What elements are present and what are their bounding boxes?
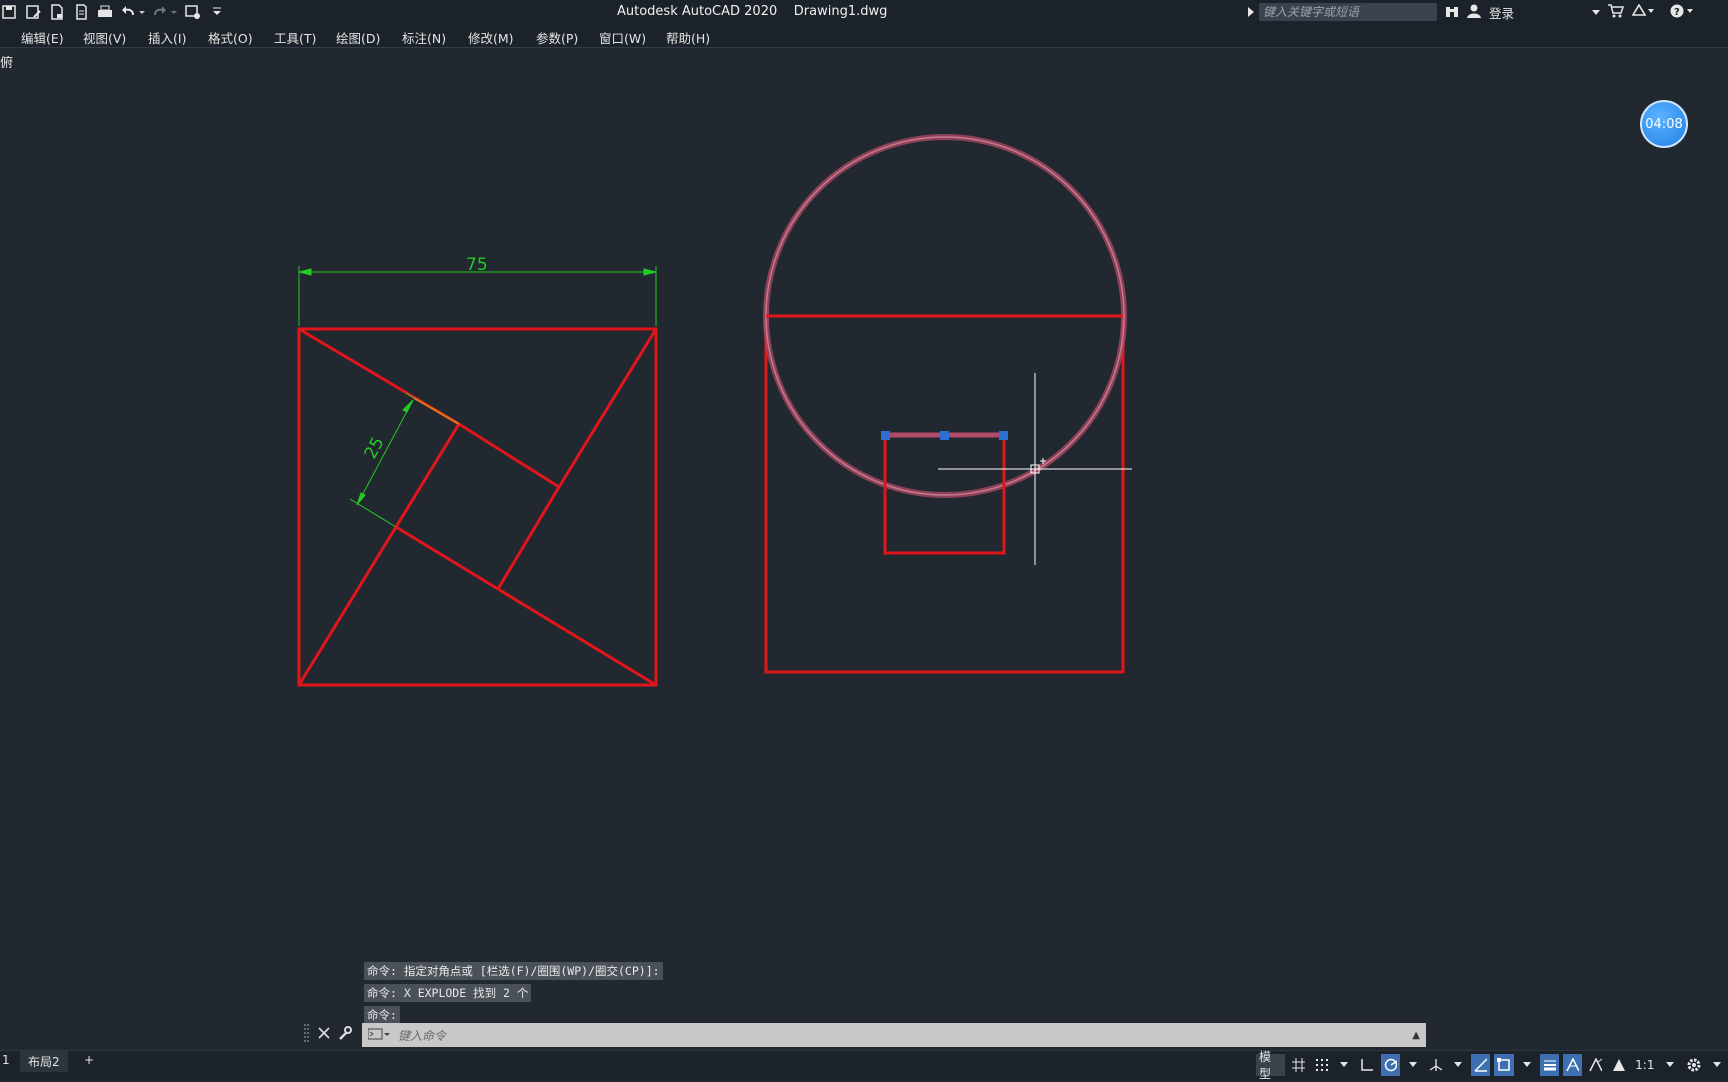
status-tools: 模型 1:1 xyxy=(1256,1050,1728,1081)
command-line: 键入命令 ▲ xyxy=(300,1023,1426,1047)
model-space-button[interactable]: 模型 xyxy=(1256,1050,1285,1081)
drawing-canvas[interactable]: 75 25 xyxy=(0,0,1728,1080)
history-line: 命令: X EXPLODE 找到 2 个 xyxy=(364,984,532,1002)
isodraft-icon[interactable] xyxy=(1426,1054,1445,1076)
timer-badge[interactable]: 04:08 xyxy=(1640,100,1688,148)
close-icon[interactable] xyxy=(318,1027,330,1043)
gear-icon[interactable] xyxy=(1683,1054,1704,1076)
inner-edge-3 xyxy=(395,525,499,591)
command-input[interactable]: 键入命令 ▲ xyxy=(362,1023,1426,1047)
diag-line-4 xyxy=(297,526,398,686)
left-square xyxy=(297,327,658,687)
grid-icon[interactable] xyxy=(1289,1054,1308,1076)
add-layout-icon[interactable]: + xyxy=(76,1051,102,1069)
dimension-25 xyxy=(349,392,415,528)
scale-dropdown-icon[interactable] xyxy=(1661,1054,1679,1076)
command-history: 命令: 指定对角点或 [栏选(F)/圈围(WP)/圈交(CP)]: 命令: X … xyxy=(364,962,663,1028)
dimension-75 xyxy=(298,266,657,326)
grip-left xyxy=(881,431,890,440)
history-line: 命令: 指定对角点或 [栏选(F)/圈围(WP)/圈交(CP)]: xyxy=(364,962,663,980)
object-snap-icon[interactable] xyxy=(1494,1054,1514,1076)
snap-dropdown-icon[interactable] xyxy=(1335,1054,1353,1076)
dimension-75-text: 75 xyxy=(466,255,488,275)
drag-handle-icon[interactable] xyxy=(304,1024,310,1046)
grip-mid xyxy=(940,431,949,440)
right-figure xyxy=(763,134,1127,674)
auto-scale-icon[interactable] xyxy=(1586,1054,1605,1076)
command-input-placeholder: 键入命令 xyxy=(398,1028,447,1043)
gear-dropdown-icon[interactable] xyxy=(1708,1054,1726,1076)
inner-edge-4 xyxy=(394,423,461,528)
annotation-scale-icon[interactable] xyxy=(1609,1054,1628,1076)
history-line: 命令: xyxy=(364,1006,400,1024)
command-prompt-icon[interactable] xyxy=(367,1028,390,1043)
history-expand-icon[interactable]: ▲ xyxy=(1412,1030,1420,1041)
command-line-tools xyxy=(300,1024,362,1046)
diag-line-2 xyxy=(557,328,658,488)
tab-layout2[interactable]: 布局2 xyxy=(20,1051,68,1072)
lineweight-icon[interactable] xyxy=(1539,1054,1559,1076)
polar-dropdown-icon[interactable] xyxy=(1404,1054,1422,1076)
grip-right xyxy=(999,431,1008,440)
inner-edge-2 xyxy=(496,486,561,590)
left-figure xyxy=(297,327,658,687)
wrench-icon[interactable] xyxy=(338,1026,352,1044)
inner-edge-1 xyxy=(458,422,560,489)
annotation-visibility-icon[interactable] xyxy=(1562,1054,1583,1076)
object-snap-dropdown-icon[interactable] xyxy=(1518,1054,1536,1076)
object-snap-tracking-icon[interactable] xyxy=(1471,1054,1491,1076)
isodraft-dropdown-icon[interactable] xyxy=(1449,1054,1467,1076)
dimension-25-text: 25 xyxy=(361,434,389,462)
polar-tracking-icon[interactable] xyxy=(1380,1054,1400,1076)
snap-icon[interactable] xyxy=(1312,1054,1331,1076)
annotation-scale-value[interactable]: 1:1 xyxy=(1633,1054,1657,1076)
tab-layout1[interactable]: 1 xyxy=(0,1051,18,1069)
diag-line-3 xyxy=(497,587,657,687)
ortho-icon[interactable] xyxy=(1357,1054,1376,1076)
orange-segment xyxy=(413,397,460,425)
